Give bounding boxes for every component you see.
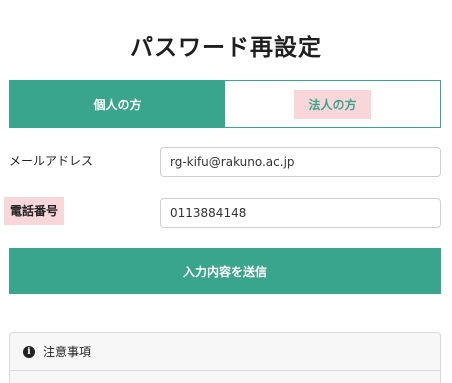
tab-individual-label: 個人の方 [93,97,142,112]
tab-corporate[interactable]: 法人の方 [225,81,440,127]
notice-title: 注意事項 [43,345,92,359]
email-label: メールアドレス [9,154,94,168]
info-icon: i [23,345,35,358]
tab-individual[interactable]: 個人の方 [10,81,225,127]
submit-button[interactable]: 入力内容を送信 [9,248,441,294]
phone-field[interactable] [160,198,441,228]
notice-header[interactable]: i 注意事項 [10,333,440,371]
email-field[interactable] [160,147,441,177]
tab-corporate-label: 法人の方 [294,89,371,119]
notice-panel: i 注意事項 [9,332,441,383]
phone-label: 電話番号 [4,197,65,225]
page-title: パスワード再設定 [130,35,322,61]
account-type-tabs: 個人の方 法人の方 [9,80,441,128]
